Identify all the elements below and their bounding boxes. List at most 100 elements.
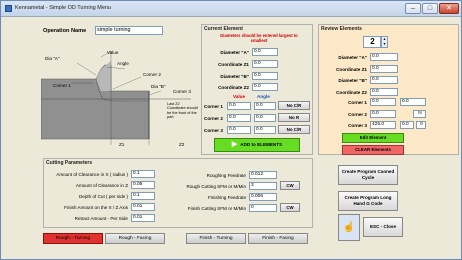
- ce-corner1-angle[interactable]: 0.0: [254, 102, 276, 110]
- rv-dia-b-value: 0.0: [370, 76, 398, 84]
- retract-amount-input[interactable]: 0.01: [131, 214, 155, 222]
- rv-corner2-value: 0.0: [370, 110, 396, 118]
- ce-corner3-label: Corner 3: [204, 128, 223, 133]
- angle-header: Angle: [257, 94, 270, 99]
- rough-cw-button[interactable]: CW: [280, 181, 300, 190]
- ce-corner1-label: Corner 1: [204, 104, 223, 109]
- tab-finish-turning[interactable]: Finish - Turning: [186, 233, 246, 244]
- clearance-z-input[interactable]: 0.05: [131, 181, 155, 189]
- rv-corner3-flag: 0: [416, 121, 426, 129]
- hand-icon: ☝: [342, 221, 356, 233]
- diagram-value-label: Value: [107, 50, 119, 55]
- review-title: Review Elements: [321, 26, 362, 32]
- retract-amount-label: Retract Amount - Per Side: [74, 216, 128, 221]
- depth-of-cut-input[interactable]: 0.1: [131, 192, 155, 200]
- current-element-panel: Current Element Diameters should be ente…: [201, 24, 313, 155]
- operation-name-input[interactable]: simple turning: [95, 26, 163, 35]
- depth-of-cut-label: Depth of Cut ( per side ): [78, 194, 128, 199]
- esc-close-button[interactable]: ESC - Close: [363, 217, 403, 237]
- rough-sfm-label: Rough Cutting SFM or M/Min: [186, 184, 246, 189]
- rv-corner3-angle: 0.0: [400, 121, 414, 129]
- roughing-feedrate-label: Roughing Feedrate: [206, 173, 246, 178]
- finish-amount-label: Finish Amount on the X / Z Axis: [64, 205, 128, 210]
- part-diagram: Value Dia "A" Angle Corner 1 Corner 2 Di…: [40, 39, 199, 151]
- diagram-corner2-label: Corner 2: [143, 72, 161, 77]
- ce-dia-b-label: Diameter "B": [220, 74, 249, 79]
- rough-sfm-input[interactable]: 3: [249, 182, 277, 190]
- ce-corner2-angle[interactable]: 0.0: [254, 114, 276, 122]
- diagram-z2-label: Z2: [179, 142, 185, 147]
- ce-corner2-label: Corner 2: [204, 116, 223, 121]
- current-element-title: Current Element: [204, 26, 243, 32]
- finish-sfm-input[interactable]: 0: [249, 204, 277, 212]
- rv-corner3-label: Corner 3: [348, 123, 367, 128]
- ce-z2-input[interactable]: 0.0: [252, 83, 278, 91]
- rv-dia-b-label: Diameter "B": [338, 78, 367, 83]
- rv-dia-a-value: 0.0: [370, 53, 398, 61]
- rv-corner2-label: Corner 2: [348, 112, 367, 117]
- diagram-dia-a-label: Dia "A": [45, 56, 60, 61]
- cutting-parameters-panel: Cutting Parameters Amount of Clearance i…: [43, 158, 313, 228]
- ce-corner3-no-cr-button[interactable]: No C/R: [278, 125, 310, 134]
- clearance-z-label: Amount of Clearance in Z: [75, 183, 128, 188]
- window-title: Kennametal - Simple OD Turning Menu: [15, 5, 111, 11]
- clear-elements-button[interactable]: CLEAR Elements: [342, 145, 404, 155]
- diameter-warning: Diameters should be entered largest to s…: [220, 33, 298, 43]
- rv-z1-label: Coordinate Z1: [336, 67, 367, 72]
- tab-rough-turning[interactable]: Rough - Turning: [43, 233, 103, 244]
- operation-name-label: Operation Name: [43, 28, 87, 34]
- create-canned-cycle-button[interactable]: Create Program Canned Cycle: [338, 165, 398, 185]
- review-elements-panel: Review Elements 2 ▲ ▼ Diameter "A" 0.0 Co…: [318, 24, 459, 155]
- finishing-feedrate-input[interactable]: 0.006: [249, 193, 277, 201]
- diagram-z1-label: Z1: [119, 142, 125, 147]
- ce-corner3-value[interactable]: 0.0: [227, 126, 251, 134]
- ce-z1-input[interactable]: 0.0: [252, 60, 278, 68]
- part-diagram-graphic: [40, 50, 191, 145]
- rv-corner1-value: 0.0: [370, 98, 396, 106]
- tab-rough-facing[interactable]: Rough - Facing: [105, 233, 165, 244]
- rv-z2-label: Coordinate Z2: [336, 90, 367, 95]
- value-header: Value: [233, 94, 246, 99]
- diagram-angle-label: Angle: [117, 61, 129, 66]
- ce-corner1-value[interactable]: 0.0: [227, 102, 251, 110]
- close-button[interactable]: ✕: [439, 3, 459, 14]
- add-to-elements-button[interactable]: ▶ ADD to ELEMENTS: [214, 138, 300, 152]
- diagram-corner1-label: Corner 1: [53, 83, 71, 88]
- tab-finish-facing[interactable]: Finish - Facing: [248, 233, 308, 244]
- ce-corner2-no-r-button[interactable]: No R: [278, 113, 310, 122]
- ce-corner1-no-cr-button[interactable]: No C/R: [278, 101, 310, 110]
- finish-cw-button[interactable]: CW: [280, 203, 300, 212]
- diagram-corner3-label: Corner 3: [173, 89, 191, 94]
- rv-corner1-angle: 0.0: [400, 98, 426, 106]
- main-window: Kennametal - Simple OD Turning Menu – □ …: [0, 0, 462, 260]
- ce-z1-label: Coordinate Z1: [218, 62, 249, 67]
- ce-corner2-value[interactable]: 0.0: [227, 114, 251, 122]
- rv-dia-a-label: Diameter "A": [338, 55, 367, 60]
- add-icon: ▶: [231, 141, 238, 148]
- ce-z2-label: Coordinate Z2: [218, 85, 249, 90]
- ce-dia-b-input[interactable]: 0.0: [252, 72, 278, 80]
- diagram-note: Last Z2 Coordinate should be the front o…: [167, 102, 198, 120]
- ce-corner3-angle[interactable]: 0.0: [254, 126, 276, 134]
- index-spinner[interactable]: ▲ ▼: [381, 36, 388, 48]
- clearance-x-input[interactable]: 0.1: [131, 170, 155, 178]
- minimize-button[interactable]: –: [405, 3, 421, 14]
- element-index[interactable]: 2: [363, 36, 381, 48]
- finish-amount-input[interactable]: 0.01: [131, 203, 155, 211]
- rv-corner3-value: 425.0: [370, 121, 396, 129]
- add-to-elements-label: ADD to ELEMENTS: [240, 142, 283, 147]
- rv-corner2-flag: N: [413, 110, 426, 118]
- clearance-x-label: Amount of Clearance in X ( radius ): [56, 172, 128, 177]
- help-button[interactable]: ☝: [338, 214, 360, 241]
- finishing-feedrate-label: Finishing Feedrate: [207, 195, 246, 200]
- create-long-hand-button[interactable]: Create Program Long Hand G Code: [338, 191, 398, 211]
- roughing-feedrate-input[interactable]: 0.012: [249, 171, 277, 179]
- rv-corner1-label: Corner 1: [348, 100, 367, 105]
- title-bar: Kennametal - Simple OD Turning Menu – □ …: [1, 1, 461, 17]
- rv-z1-value: 0.0: [370, 65, 398, 73]
- maximize-button[interactable]: □: [422, 3, 438, 14]
- ce-dia-a-input[interactable]: 0.0: [252, 48, 278, 56]
- edit-element-button[interactable]: Edit Element: [342, 133, 404, 143]
- app-icon: [5, 5, 12, 12]
- finish-sfm-label: Finish Cutting SFM or M/Min: [187, 206, 246, 211]
